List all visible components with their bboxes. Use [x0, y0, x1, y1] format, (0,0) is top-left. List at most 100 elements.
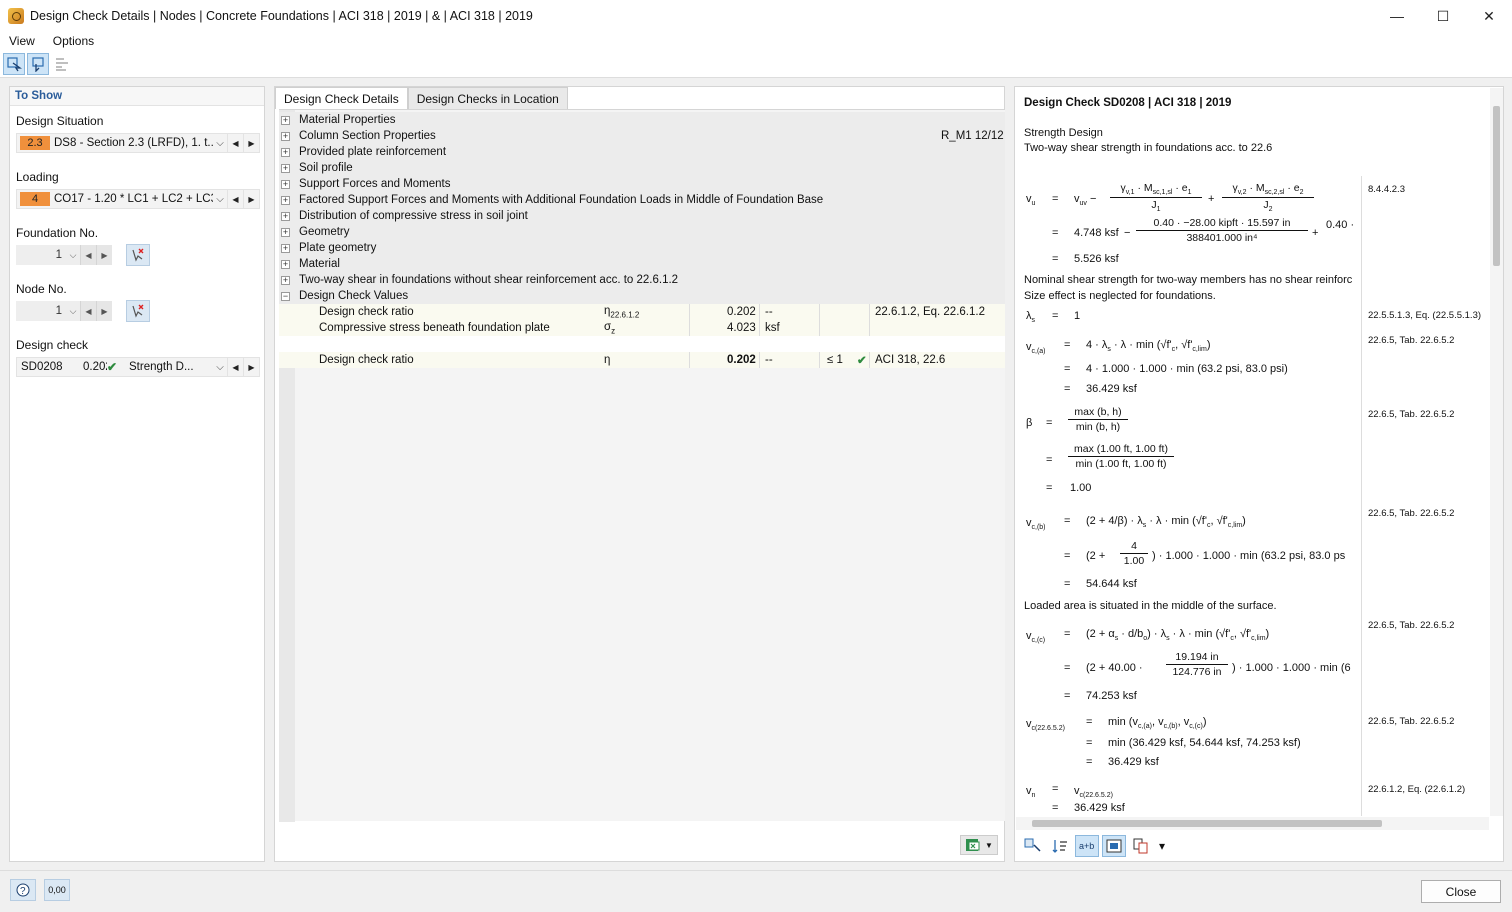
foundation-number[interactable]: 1	[16, 245, 66, 265]
tree-group-geometry[interactable]: + Geometry	[279, 224, 1005, 240]
vcmin-value: 36.429 ksf	[1108, 756, 1159, 768]
next-arrow-icon[interactable]: ▶	[96, 301, 112, 321]
minus-sign: −	[1124, 227, 1131, 239]
units-button[interactable]: 0,00	[44, 879, 70, 901]
vn-formula: vc(22.6.5.2)	[1074, 785, 1113, 800]
column-divider	[689, 352, 690, 368]
menu-view[interactable]: View	[0, 34, 44, 48]
details-panel: Design Check Details Design Checks in Lo…	[274, 86, 1005, 862]
pick-cursor-icon	[132, 248, 144, 262]
tree-group-soil-profile[interactable]: + Soil profile	[279, 160, 1005, 176]
scrollbar-thumb[interactable]	[1493, 106, 1500, 266]
row-symbol: η	[604, 354, 611, 366]
copy-report-button[interactable]	[1129, 835, 1153, 857]
previous-arrow-icon[interactable]: ◀	[80, 301, 96, 321]
equals-sign: =	[1064, 550, 1071, 562]
table-row[interactable]: Design check ratio η22.6.1.2 0.202 -- 22…	[279, 304, 1005, 320]
row-unit: ksf	[765, 322, 780, 334]
expand-icon[interactable]: +	[281, 131, 290, 141]
vcb-value: 54.644 ksf	[1086, 578, 1137, 590]
tree-group-stress-distribution[interactable]: + Distribution of compressive stress in s…	[279, 208, 1005, 224]
node-selector[interactable]: 1 ⌵ ◀ ▶	[16, 301, 112, 321]
help-button[interactable]: ?	[10, 879, 36, 901]
tree-group-plate-geometry[interactable]: + Plate geometry	[279, 240, 1005, 256]
table-row[interactable]: Compressive stress beneath foundation pl…	[279, 320, 1005, 336]
tree-group-material[interactable]: + Material	[279, 256, 1005, 272]
previous-arrow-icon[interactable]: ◀	[227, 189, 243, 209]
fraction-denominator: 124.776 in	[1172, 666, 1222, 678]
next-arrow-icon[interactable]: ▶	[96, 245, 112, 265]
chevron-down-icon[interactable]: ⌵	[213, 362, 227, 373]
list-view-button[interactable]	[51, 53, 73, 75]
expand-icon[interactable]: +	[281, 243, 290, 253]
expand-icon[interactable]: +	[281, 275, 290, 285]
loading-label: Loading	[16, 170, 59, 184]
design-check-combo[interactable]: SD0208 0.202 ✔ Strength D... ⌵ ◀ ▶	[16, 357, 260, 377]
loading-combo[interactable]: 4 CO17 - 1.20 * LC1 + LC2 + LC3 ⌵ ◀ ▶	[16, 189, 260, 209]
next-arrow-icon[interactable]: ▶	[243, 357, 259, 377]
tree-group-column-section[interactable]: + Column Section Properties R_M1 12/12	[279, 128, 1005, 144]
equals-sign: =	[1052, 193, 1059, 205]
plus-sign: +	[1208, 193, 1215, 205]
report-view[interactable]: Design Check SD0208 | ACI 318 | 2019 Str…	[1016, 88, 1488, 816]
expand-icon[interactable]: +	[281, 147, 290, 157]
expand-icon[interactable]: +	[281, 227, 290, 237]
expand-icon[interactable]: +	[281, 115, 290, 125]
vcmin-formula: min (vc,(a), vc,(b), vc,(c))	[1108, 716, 1207, 731]
previous-arrow-icon[interactable]: ◀	[227, 357, 243, 377]
report-toolbar: a+b ▾	[1021, 835, 1168, 857]
table-row[interactable]: Design check ratio η 0.202 -- ≤ 1 ✔ ACI …	[279, 352, 1005, 368]
row-symbol: η22.6.1.2	[604, 305, 639, 319]
expand-icon[interactable]: +	[281, 211, 290, 221]
chevron-down-icon[interactable]: ⌵	[66, 245, 80, 265]
design-situation-combo[interactable]: 2.3 DS8 - Section 2.3 (LRFD), 1. t... ⌵ …	[16, 133, 260, 153]
pick-node-button[interactable]	[126, 300, 150, 322]
previous-arrow-icon[interactable]: ◀	[80, 245, 96, 265]
sync-selection-button[interactable]	[1021, 835, 1045, 857]
chevron-down-icon[interactable]: ⌵	[213, 138, 227, 149]
chevron-down-icon[interactable]: ▼	[985, 841, 993, 850]
previous-arrow-icon[interactable]: ◀	[227, 133, 243, 153]
chevron-down-icon[interactable]: ▾	[1156, 835, 1168, 857]
expand-icon[interactable]: +	[281, 259, 290, 269]
pick-foundation-button[interactable]	[126, 244, 150, 266]
minimize-button[interactable]: —	[1374, 0, 1420, 32]
equals-sign: =	[1064, 628, 1071, 640]
equals-sign: =	[1052, 310, 1059, 322]
next-arrow-icon[interactable]: ▶	[243, 189, 259, 209]
export-button[interactable]: ▼	[960, 835, 998, 855]
column-divider	[689, 304, 690, 320]
close-button[interactable]: Close	[1421, 880, 1501, 903]
tab-design-check-details[interactable]: Design Check Details	[275, 87, 408, 109]
row-value: 0.202	[727, 306, 756, 318]
tree-group-design-check-values[interactable]: − Design Check Values	[279, 288, 1005, 304]
formula-icon: a+b	[1079, 841, 1094, 851]
chevron-down-icon[interactable]: ⌵	[66, 301, 80, 321]
menu-options[interactable]: Options	[44, 34, 103, 48]
maximize-button[interactable]: ☐	[1420, 0, 1466, 32]
tree-group-factored-forces[interactable]: + Factored Support Forces and Moments wit…	[279, 192, 1005, 208]
foundation-selector[interactable]: 1 ⌵ ◀ ▶	[16, 245, 112, 265]
tree-group-material-properties[interactable]: + Material Properties	[279, 112, 1005, 128]
collapse-icon[interactable]: −	[281, 291, 290, 301]
report-horizontal-scrollbar[interactable]	[1016, 817, 1489, 830]
tree-group-support-forces[interactable]: + Support Forces and Moments	[279, 176, 1005, 192]
select-pointer-button[interactable]	[3, 52, 25, 75]
tree-group-plate-reinforcement[interactable]: + Provided plate reinforcement	[279, 144, 1005, 160]
node-number[interactable]: 1	[16, 301, 66, 321]
frame-view-button[interactable]	[1102, 835, 1126, 857]
select-window-button[interactable]	[27, 52, 49, 75]
expand-icon[interactable]: +	[281, 163, 290, 173]
expand-icon[interactable]: +	[281, 195, 290, 205]
sort-button[interactable]	[1048, 835, 1072, 857]
formula-view-button[interactable]: a+b	[1075, 835, 1099, 857]
next-arrow-icon[interactable]: ▶	[243, 133, 259, 153]
close-window-button[interactable]: ✕	[1466, 0, 1512, 32]
fraction-vcc: 19.194 in 124.776 in	[1166, 651, 1228, 678]
report-vertical-scrollbar[interactable]	[1490, 88, 1503, 816]
chevron-down-icon[interactable]: ⌵	[213, 194, 227, 205]
expand-icon[interactable]: +	[281, 179, 290, 189]
scrollbar-thumb[interactable]	[1032, 820, 1382, 827]
tree-group-two-way-shear[interactable]: + Two-way shear in foundations without sh…	[279, 272, 1005, 288]
tab-design-checks-in-location[interactable]: Design Checks in Location	[407, 87, 568, 109]
